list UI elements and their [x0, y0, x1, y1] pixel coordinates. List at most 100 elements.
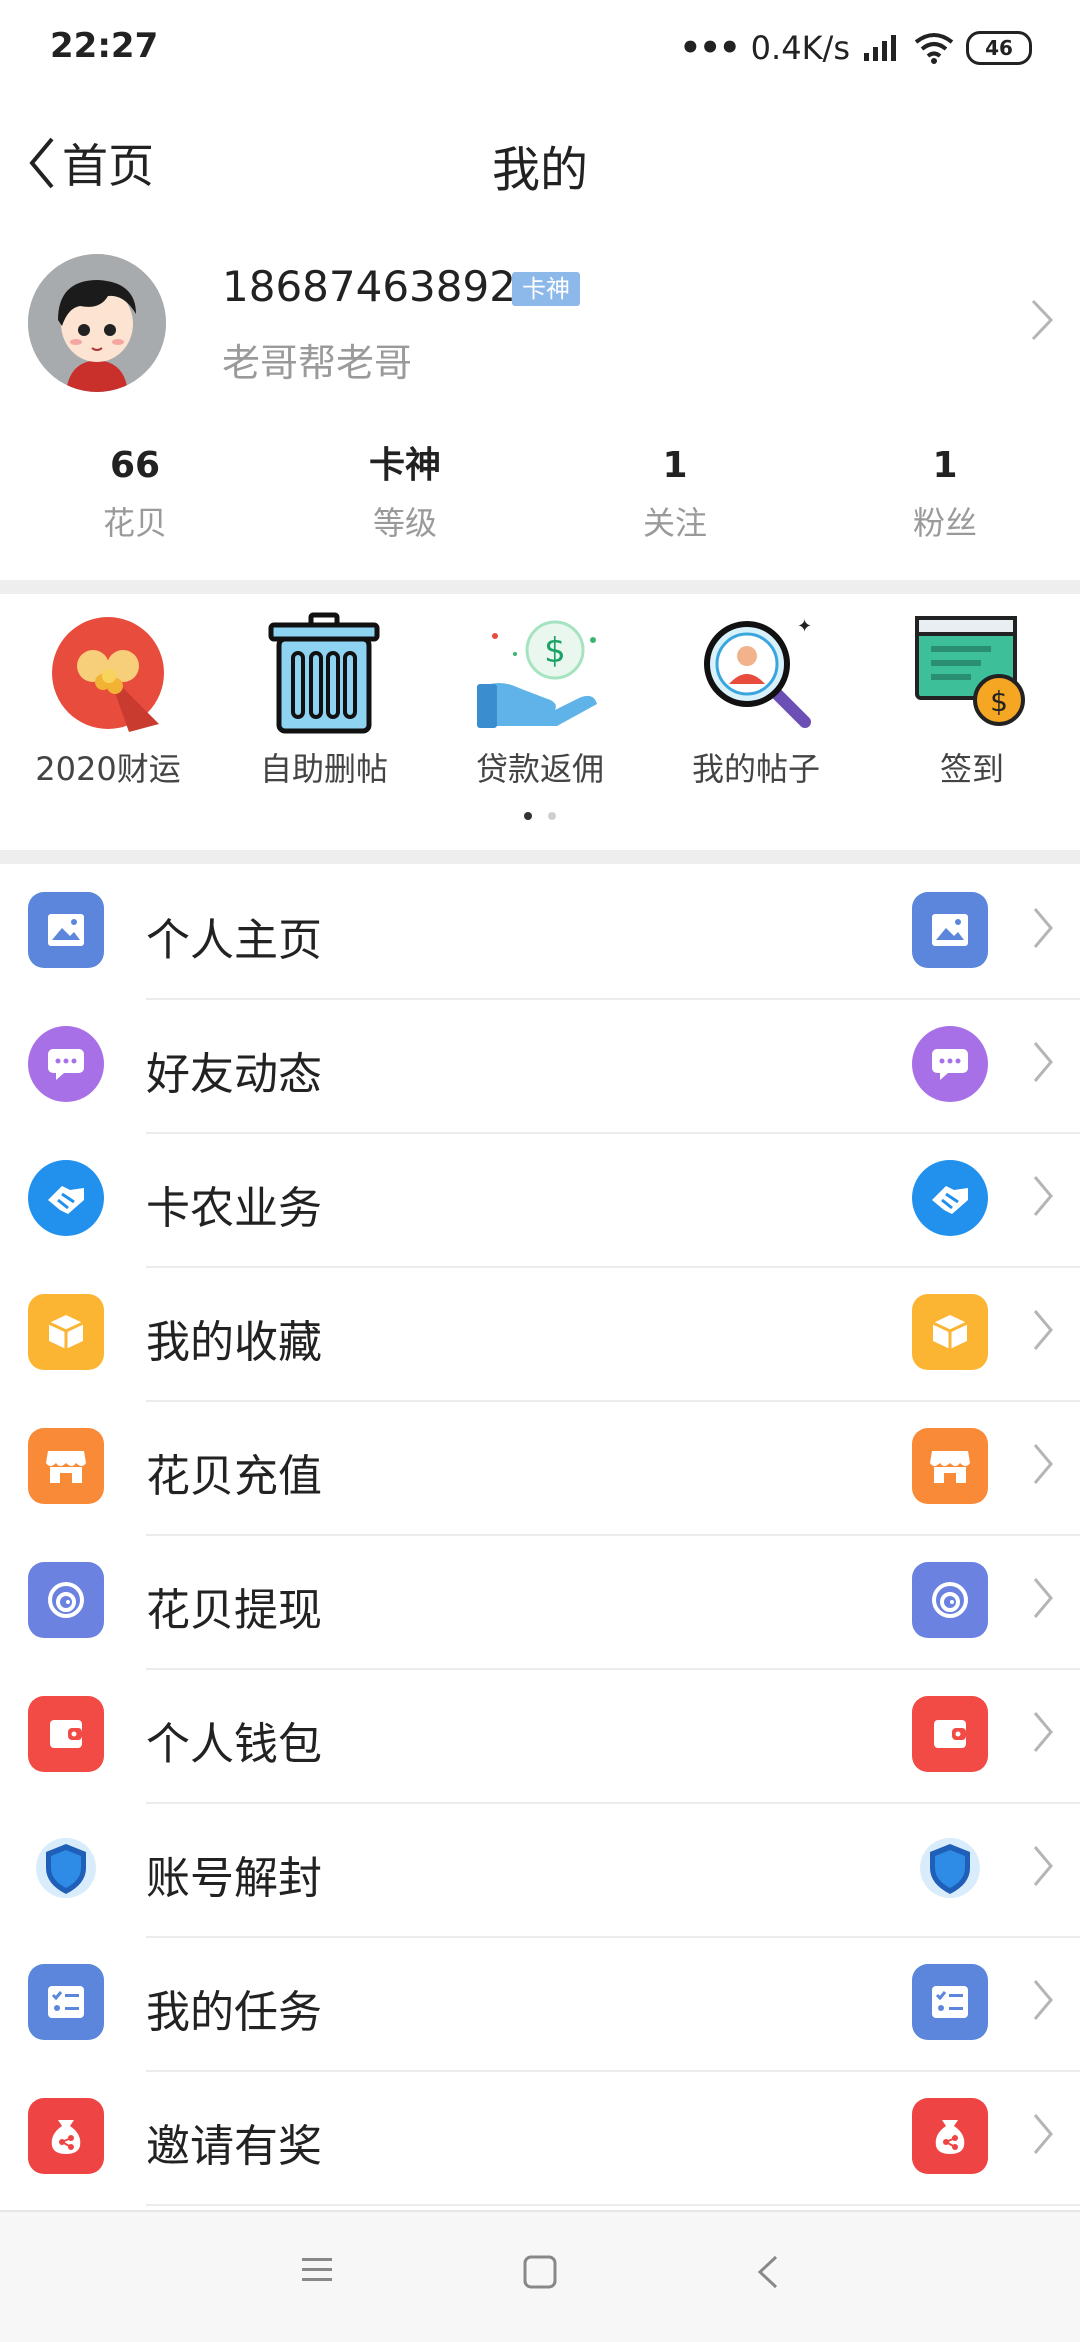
chevron-right-icon — [1033, 1578, 1053, 1618]
stat-following[interactable]: 1 关注 — [540, 440, 810, 570]
chevron-right-icon — [1033, 1176, 1053, 1216]
stat-label: 等级 — [372, 504, 437, 542]
profile-phone: 18687463892 — [222, 262, 516, 311]
handshake-icon — [28, 1160, 104, 1236]
menu-label: 花贝充值 — [146, 1451, 322, 1502]
section-divider — [0, 850, 1080, 864]
menu-item-homepage[interactable]: 个人主页 — [0, 866, 1080, 1000]
pager-dot[interactable] — [548, 812, 556, 820]
menu-item-favorites[interactable]: 我的收藏 — [0, 1268, 1080, 1402]
gift-bag-icon — [28, 2098, 104, 2174]
tool-checkin[interactable]: $ 签到 — [874, 608, 1070, 808]
network-speed: 0.4K/s — [750, 29, 850, 67]
handshake-icon — [912, 1160, 988, 1236]
chevron-right-icon — [1033, 2114, 1053, 2154]
dots-icon: ••• — [679, 28, 740, 68]
tools-pager — [0, 812, 1080, 820]
stat-label: 关注 — [642, 504, 707, 542]
signal-icon — [864, 35, 896, 61]
stat-label: 花贝 — [102, 504, 167, 542]
chevron-right-icon — [1033, 1980, 1053, 2020]
stat-value: 66 — [109, 445, 161, 486]
system-nav-bar — [0, 2210, 1080, 2342]
menu-item-tasks[interactable]: 我的任务 — [0, 1938, 1080, 2072]
profile-nickname: 老哥帮老哥 — [222, 341, 413, 385]
tool-label: 我的帖子 — [691, 750, 820, 788]
menu-icon[interactable] — [300, 2254, 334, 2286]
stat-label: 粉丝 — [912, 504, 977, 542]
menu-label: 花贝提现 — [146, 1585, 322, 1636]
nav-bar: 首页 我的 — [0, 100, 1080, 230]
battery-icon: 46 — [966, 31, 1032, 65]
shield-icon — [28, 1830, 104, 1906]
stat-level[interactable]: 卡神 等级 — [270, 440, 540, 570]
back-icon[interactable] — [756, 2254, 780, 2290]
chevron-right-icon — [1033, 1310, 1053, 1350]
menu-item-invite[interactable]: 邀请有奖 — [0, 2072, 1080, 2206]
chat-icon — [912, 1026, 988, 1102]
status-time: 22:27 — [50, 26, 159, 66]
chevron-right-icon — [1033, 1712, 1053, 1752]
image-icon — [28, 892, 104, 968]
chat-icon — [28, 1026, 104, 1102]
chevron-right-icon — [1033, 908, 1053, 948]
chevron-right-icon — [1031, 299, 1054, 341]
image-icon — [912, 892, 988, 968]
menu-item-wallet[interactable]: 个人钱包 — [0, 1670, 1080, 1804]
checkin-icon: $ — [907, 608, 1037, 738]
spiral-icon — [912, 1562, 988, 1638]
tool-loan-commission[interactable]: $ 贷款返佣 — [442, 608, 638, 808]
fortune-icon — [43, 608, 173, 738]
trash-icon — [259, 608, 389, 738]
menu-list: 个人主页 好友动态 卡农业务 我的收藏 花贝充值 花贝提现 个人钱包 账号解封 … — [0, 866, 1080, 2206]
stat-value: 1 — [932, 445, 958, 486]
tool-fortune[interactable]: 2020财运 — [10, 608, 206, 808]
menu-label: 卡农业务 — [146, 1183, 322, 1234]
menu-label: 我的任务 — [146, 1987, 322, 2038]
tool-my-posts[interactable]: ✦ 我的帖子 — [658, 608, 854, 808]
svg-text:✦: ✦ — [797, 616, 812, 637]
search-user-icon: ✦ — [691, 608, 821, 738]
chevron-right-icon — [1033, 1444, 1053, 1484]
stat-value: 1 — [662, 445, 688, 486]
stat-followers[interactable]: 1 粉丝 — [810, 440, 1080, 570]
stat-value: 卡神 — [368, 445, 441, 486]
menu-item-recharge[interactable]: 花贝充值 — [0, 1402, 1080, 1536]
tool-delete-post[interactable]: 自助删帖 — [226, 608, 422, 808]
menu-item-unban[interactable]: 账号解封 — [0, 1804, 1080, 1938]
svg-text:$: $ — [990, 685, 1008, 718]
quick-tools: 2020财运 自助删帖 $ 贷款返佣 ✦ 我的帖子 $ 签到 — [0, 608, 1080, 808]
menu-label: 账号解封 — [146, 1853, 322, 1904]
menu-item-friend-feed[interactable]: 好友动态 — [0, 1000, 1080, 1134]
money-hand-icon: $ — [475, 608, 605, 738]
spiral-icon — [28, 1562, 104, 1638]
menu-item-withdraw[interactable]: 花贝提现 — [0, 1536, 1080, 1670]
wallet-icon — [28, 1696, 104, 1772]
status-indicators: ••• 0.4K/s 46 — [679, 26, 1032, 70]
stat-huabei[interactable]: 66 花贝 — [0, 440, 270, 570]
avatar[interactable] — [28, 254, 166, 392]
menu-label: 邀请有奖 — [146, 2121, 322, 2172]
tool-label: 贷款返佣 — [475, 750, 604, 788]
box-icon — [912, 1294, 988, 1370]
wifi-icon — [914, 33, 954, 64]
pager-dot[interactable] — [524, 812, 532, 820]
chevron-right-icon — [1033, 1846, 1053, 1886]
menu-label: 好友动态 — [146, 1049, 322, 1100]
menu-label: 我的收藏 — [146, 1317, 322, 1368]
menu-label: 个人主页 — [146, 915, 322, 966]
task-icon — [912, 1964, 988, 2040]
status-bar: 22:27 ••• 0.4K/s 46 — [0, 0, 1080, 100]
tool-label: 自助删帖 — [259, 750, 388, 788]
home-icon[interactable] — [522, 2254, 558, 2290]
shop-icon — [28, 1428, 104, 1504]
shield-icon — [912, 1830, 988, 1906]
divider — [146, 2204, 1080, 2206]
avatar-cartoon-icon — [28, 254, 166, 392]
tool-label: 签到 — [939, 750, 1004, 788]
menu-item-business[interactable]: 卡农业务 — [0, 1134, 1080, 1268]
wallet-icon — [912, 1696, 988, 1772]
profile-card[interactable]: 18687463892 卡神 老哥帮老哥 — [0, 250, 1080, 410]
tool-label: 2020财运 — [35, 750, 181, 788]
menu-label: 个人钱包 — [146, 1719, 322, 1770]
